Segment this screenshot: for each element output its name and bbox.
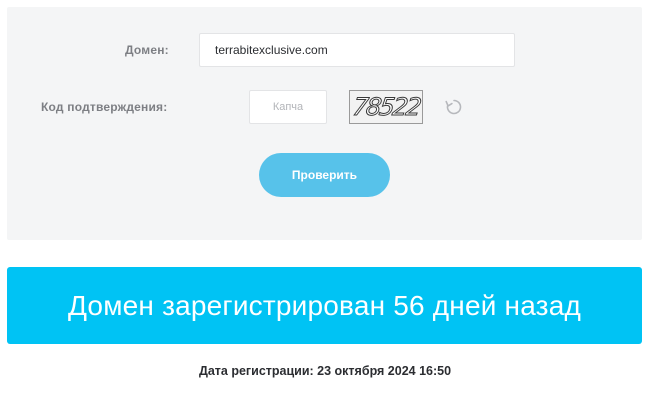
captcha-input[interactable] [249,90,327,124]
refresh-icon[interactable] [444,97,464,117]
result-banner: Домен зарегистрирован 56 дней назад [7,267,642,344]
captcha-image: 78522 [349,90,423,124]
registration-date: Дата регистрации: 23 октября 2024 16:50 [198,364,452,378]
domain-input[interactable] [199,33,515,67]
result-headline: Домен зарегистрирован 56 дней назад [67,289,582,321]
domain-label: Домен: [125,43,169,57]
captcha-label: Код подтверждения: [41,100,168,114]
captcha-text: 78522 [350,93,422,122]
domain-check-form: Домен: Код подтверждения: 78522 Проверит… [7,7,642,240]
check-button[interactable]: Проверить [259,153,390,197]
